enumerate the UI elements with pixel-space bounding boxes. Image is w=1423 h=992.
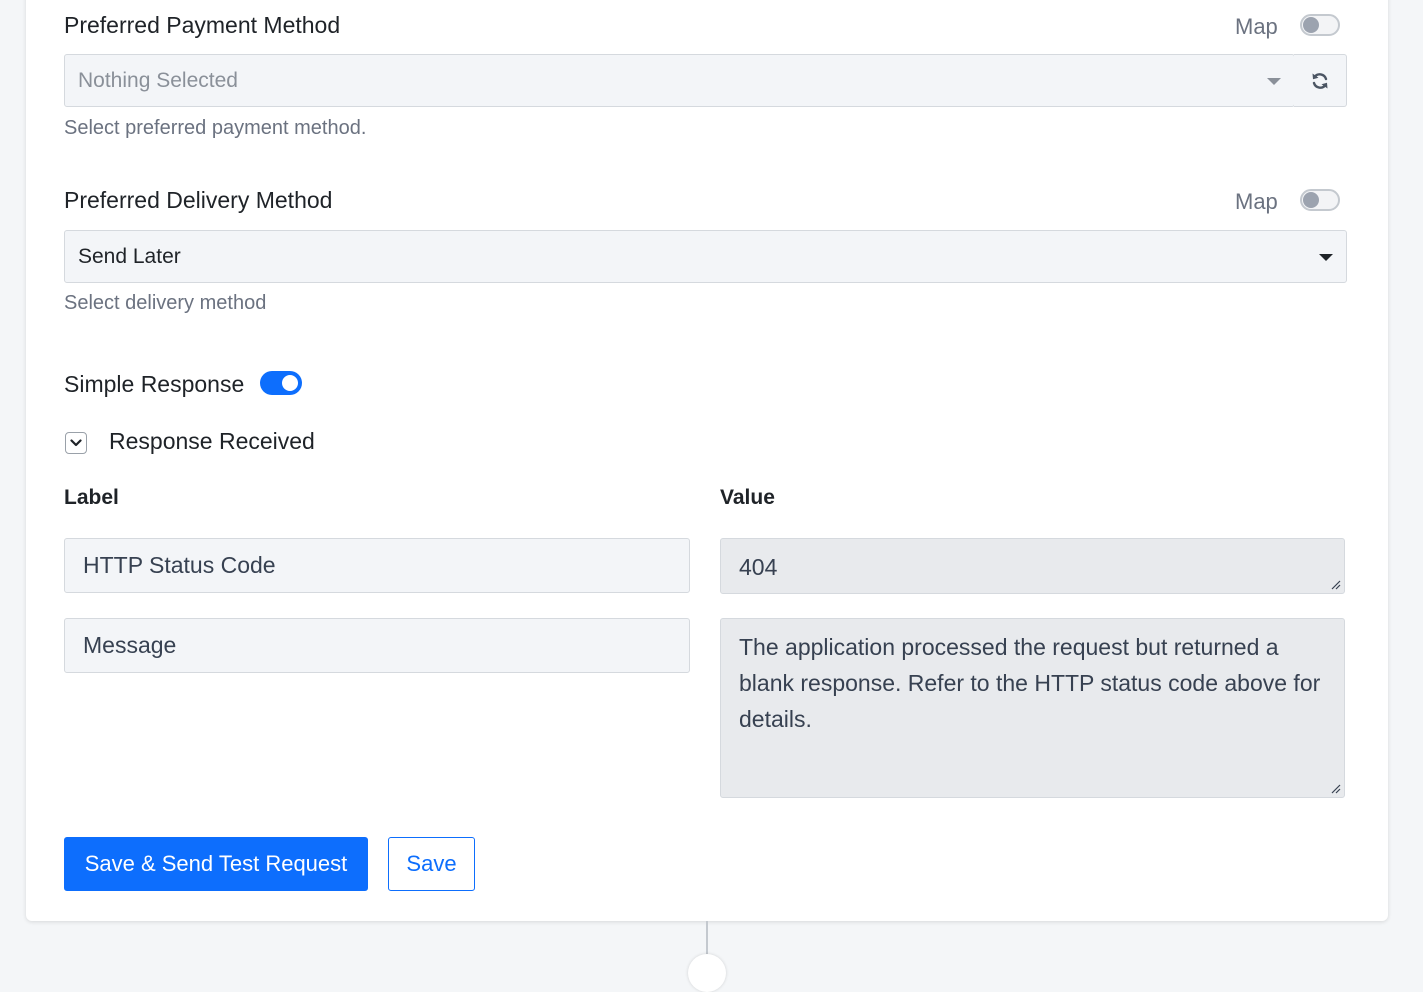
payment-map-toggle[interactable]: [1300, 14, 1340, 36]
toggle-knob: [1303, 17, 1319, 33]
delivery-map-label: Map: [1235, 189, 1278, 214]
dropdown-caret-icon: [1267, 78, 1281, 85]
payment-method-value: Nothing Selected: [78, 69, 238, 92]
response-received-label: Response Received: [109, 428, 315, 454]
response-received-collapse-button[interactable]: [65, 432, 87, 454]
value-textarea[interactable]: The application processed the request bu…: [720, 618, 1345, 798]
label-input[interactable]: Message: [64, 618, 690, 673]
payment-method-title: Preferred Payment Method: [64, 12, 341, 38]
dropdown-caret-icon: [1319, 254, 1333, 261]
save-button[interactable]: Save: [388, 837, 475, 891]
toggle-knob: [282, 375, 298, 391]
refresh-icon: [1312, 73, 1328, 89]
save-and-send-test-request-button[interactable]: Save & Send Test Request: [64, 837, 368, 891]
delivery-method-title: Preferred Delivery Method: [64, 187, 333, 213]
add-step-button[interactable]: [688, 954, 726, 992]
label-column-header: Label: [64, 486, 119, 509]
value-text: 404: [739, 554, 778, 580]
delivery-method-value: Send Later: [78, 245, 181, 268]
value-text: The application processed the request bu…: [739, 634, 1321, 732]
delivery-method-help: Select delivery method: [64, 292, 267, 314]
label-input[interactable]: HTTP Status Code: [64, 538, 690, 593]
payment-method-help: Select preferred payment method.: [64, 117, 367, 139]
delivery-map-toggle[interactable]: [1300, 189, 1340, 211]
resize-grip-icon[interactable]: [1331, 580, 1341, 590]
value-column-header: Value: [720, 486, 775, 509]
payment-method-select[interactable]: Nothing Selected: [64, 54, 1295, 107]
toggle-knob: [1303, 192, 1319, 208]
delivery-method-select[interactable]: Send Later: [64, 230, 1347, 283]
simple-response-toggle[interactable]: [260, 371, 302, 395]
payment-map-label: Map: [1235, 14, 1278, 39]
chevron-down-icon: [70, 439, 82, 447]
simple-response-label: Simple Response: [64, 371, 245, 397]
value-textarea[interactable]: 404: [720, 538, 1345, 594]
refresh-button[interactable]: [1294, 54, 1347, 107]
resize-grip-icon[interactable]: [1331, 784, 1341, 794]
